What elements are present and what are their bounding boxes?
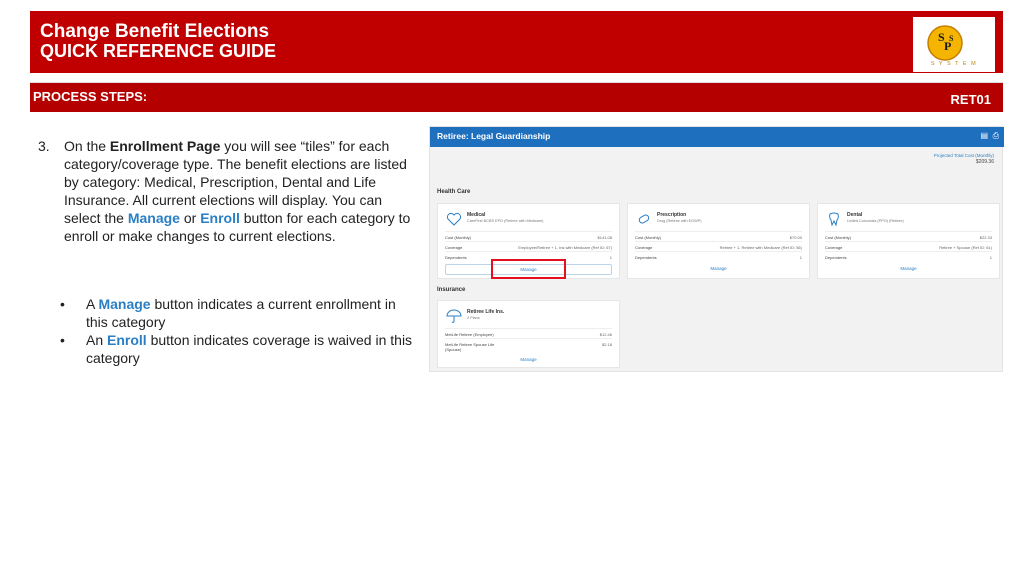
enrollment-page-term: Enrollment Page xyxy=(109,138,221,154)
step-text-1: On the xyxy=(64,138,110,154)
excel-icon[interactable]: ▤ xyxy=(980,131,988,140)
pill-icon xyxy=(638,214,650,224)
life-insurance-tile: Retiree Life Ins. 2 Plans MetLife Retire… xyxy=(437,300,620,368)
row-value: $70.00 xyxy=(789,235,802,240)
row-value: Retiree + 1, Retiree with Medicare (Ref … xyxy=(719,245,802,250)
bullet-enroll-term: Enroll xyxy=(107,332,147,348)
bullet-text-pre: A xyxy=(86,296,99,312)
row-value: 1 xyxy=(609,255,612,260)
process-steps-bar: PROCESS STEPS: RET01 xyxy=(30,82,1003,112)
life-row-employee: MetLife Retiree (Employee) $12.46 xyxy=(445,328,612,338)
umbrella-icon xyxy=(446,309,462,323)
dental-tile: Dental United Concordia (PPO) (Retiree) … xyxy=(817,203,1000,279)
process-steps-label: PROCESS STEPS: xyxy=(33,89,148,104)
print-icon[interactable]: ⎙ xyxy=(993,131,999,141)
svg-text:S: S xyxy=(949,34,954,43)
manage-term: Manage xyxy=(127,210,180,226)
row-label: Cost (Monthly) xyxy=(825,235,852,240)
logo-caption: S Y S T E M xyxy=(930,61,978,67)
bullet-item-manage: • A Manage button indicates a current en… xyxy=(60,295,420,331)
coverage-row: Coverage Retiree + Spouse (Ref ID: 61) xyxy=(825,241,992,251)
row-value: $2.18 xyxy=(601,342,612,347)
dependents-row: Dependents 1 xyxy=(825,251,992,261)
enroll-term: Enroll xyxy=(200,210,240,226)
tile-name: Prescription xyxy=(657,212,687,218)
bullet-manage-term: Manage xyxy=(98,296,151,312)
step-text-5: or xyxy=(179,210,201,226)
bullet-text-pre: An xyxy=(86,332,108,348)
header-banner: Change Benefit Elections QUICK REFERENCE… xyxy=(30,11,1003,75)
row-label: Dependents xyxy=(635,255,657,260)
row-label: Dependents xyxy=(825,255,847,260)
cost-row: Cost (Monthly) $70.00 xyxy=(635,231,802,241)
guide-subtitle: QUICK REFERENCE GUIDE xyxy=(40,41,277,61)
row-value: 1 xyxy=(989,255,992,260)
row-value: Employee/Retiree + 1, Ins with Medicare … xyxy=(518,245,612,250)
bullet-dot: • xyxy=(60,332,65,348)
row-value: Retiree + Spouse (Ref ID: 61) xyxy=(939,245,992,250)
bullet-list: • A Manage button indicates a current en… xyxy=(60,295,420,367)
step-number: 3. xyxy=(38,138,50,154)
row-value: $12.46 xyxy=(599,332,612,337)
row-label: Coverage xyxy=(445,245,463,250)
coverage-row: Coverage Employee/Retiree + 1, Ins with M… xyxy=(445,241,612,251)
guide-code: RET01 xyxy=(950,92,991,107)
insurance-heading: Insurance xyxy=(437,287,466,293)
row-value: 1 xyxy=(799,255,802,260)
screenshot-title: Retiree: Legal Guardianship xyxy=(437,131,551,141)
row-label: Coverage xyxy=(825,245,843,250)
cost-row: Cost (Monthly) $141.08 xyxy=(445,231,612,241)
dependents-row: Dependents 1 xyxy=(635,251,802,261)
tile-plan: United Concordia (PPO) (Retiree) xyxy=(847,219,904,223)
tooth-icon xyxy=(829,212,839,227)
row-label: Dependents xyxy=(445,255,467,260)
tile-plan: CareFirst BCBS EPO (Retiree with Medicar… xyxy=(467,219,544,223)
coverage-row: Coverage Retiree + 1, Retiree with Medica… xyxy=(635,241,802,251)
row-label: MetLife Retiree Spouse Life (Spouse) xyxy=(445,342,495,352)
bullet-item-enroll: • An Enroll button indicates coverage is… xyxy=(60,331,420,367)
prescription-tile: Prescription Drug (Retiree with EGWP) Co… xyxy=(627,203,810,279)
row-label: Coverage xyxy=(635,245,653,250)
manage-button-highlight xyxy=(491,259,566,279)
tile-plan: 2 Plans xyxy=(467,316,480,320)
row-label: Cost (Monthly) xyxy=(635,235,662,240)
life-row-spouse: MetLife Retiree Spouse Life (Spouse) $2.1… xyxy=(445,338,612,354)
health-care-heading: Health Care xyxy=(437,189,471,195)
sps-logo: S P S S Y S T E M xyxy=(913,17,995,72)
heart-icon xyxy=(446,212,462,226)
tile-name: Retiree Life Ins. xyxy=(467,309,505,315)
step-text: On the Enrollment Page you will see “til… xyxy=(64,137,419,245)
guide-title: Change Benefit Elections xyxy=(40,21,270,42)
screenshot-title-bar: Retiree: Legal Guardianship ▤ ⎙ xyxy=(430,127,1004,147)
projected-cost-label: Projected Total Cost (Monthly) xyxy=(933,153,994,158)
row-label: MetLife Retiree (Employee) xyxy=(445,332,494,337)
dental-manage-button[interactable]: Manage xyxy=(825,264,992,275)
enrollment-page-screenshot: Retiree: Legal Guardianship ▤ ⎙ Projecte… xyxy=(429,126,1004,372)
life-manage-button[interactable]: Manage xyxy=(445,355,612,366)
prescription-manage-button[interactable]: Manage xyxy=(635,264,802,275)
tile-name: Dental xyxy=(847,212,863,218)
cost-row: Cost (Monthly) $22.33 xyxy=(825,231,992,241)
row-value: $22.33 xyxy=(979,235,992,240)
row-label: Cost (Monthly) xyxy=(445,235,472,240)
tile-name: Medical xyxy=(467,212,486,218)
tile-plan: Drug (Retiree with EGWP) xyxy=(657,219,702,223)
bullet-dot: • xyxy=(60,296,65,312)
row-value: $141.08 xyxy=(597,235,612,240)
projected-cost-value: $209.36 xyxy=(975,159,994,165)
